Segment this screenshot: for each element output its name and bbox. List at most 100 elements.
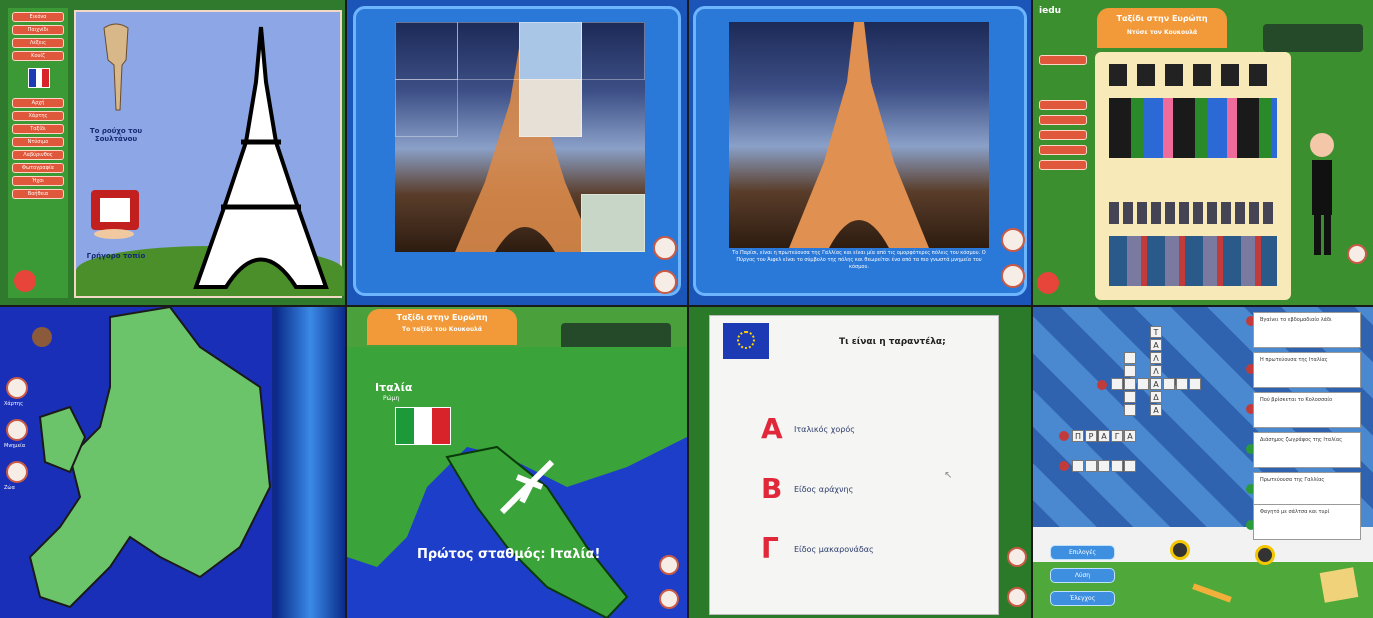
info-button[interactable] — [1001, 228, 1025, 252]
screenshot-collage: Εικόνα Παιχνίδι Λέξεις Κουίζ Αρχή Χάρτης… — [0, 0, 1373, 618]
clue-3: Πού βρίσκεται το Κολοσσαίο — [1253, 392, 1361, 428]
crossword-cell[interactable] — [1176, 378, 1188, 390]
crossword-cell[interactable]: Γ — [1111, 430, 1123, 442]
puzzle-tile[interactable] — [519, 79, 582, 137]
crossword-cell[interactable]: Α — [1150, 404, 1162, 416]
item2-caption: Γρήγορο τοπίο — [86, 252, 146, 260]
clothes-row[interactable] — [1109, 98, 1277, 158]
menu-item-7[interactable]: Ταξίδι — [12, 124, 64, 134]
menu-item-10[interactable]: Φωτογραφία — [12, 163, 64, 173]
crossword-cell[interactable]: Δ — [1150, 391, 1162, 403]
armor-icon[interactable] — [96, 20, 136, 115]
exit-button[interactable] — [1007, 587, 1027, 607]
puzzle-tile[interactable] — [395, 79, 458, 137]
panel-dress-up: iedu Ταξίδι στην Ευρώπη Ντύσε τον Κουκου… — [1033, 0, 1373, 305]
side-button[interactable] — [1039, 130, 1087, 140]
shoes-row[interactable] — [1109, 202, 1277, 224]
crossword-cell[interactable] — [1124, 404, 1136, 416]
side-button[interactable] — [1039, 160, 1087, 170]
crossword-cell[interactable]: Α — [1098, 430, 1110, 442]
answer-b-letter[interactable]: B — [761, 472, 782, 505]
crossword-cell[interactable] — [1085, 460, 1097, 472]
clue-5: Πρωτεύουσα της Γαλλίας — [1253, 472, 1361, 508]
crossword-cell[interactable] — [1124, 352, 1136, 364]
crossword-cell[interactable] — [1111, 460, 1123, 472]
crossword-cell[interactable] — [1189, 378, 1201, 390]
nav-icons[interactable] — [1263, 24, 1363, 52]
crossword-cell[interactable] — [1098, 460, 1110, 472]
puzzle-tile[interactable] — [581, 22, 645, 80]
next-button[interactable] — [1347, 244, 1367, 264]
answer-c-letter[interactable]: Γ — [761, 532, 779, 565]
eiffel-photo-icon — [789, 22, 929, 248]
crossword-cell[interactable]: Λ — [1150, 352, 1162, 364]
hats-row[interactable] — [1109, 64, 1277, 86]
map-button[interactable] — [6, 377, 28, 399]
menu-item-9[interactable]: Λαβύρινθος — [12, 150, 64, 160]
crossword-cell[interactable] — [1124, 391, 1136, 403]
puzzle-tile[interactable] — [519, 22, 582, 80]
side-button[interactable] — [1039, 115, 1087, 125]
menu-item-2[interactable]: Παιχνίδι — [12, 25, 64, 35]
puzzle-board[interactable] — [395, 22, 645, 252]
airplane-icon — [499, 459, 555, 515]
puzzle-tile[interactable] — [581, 194, 645, 252]
title: Ταξίδι στην Ευρώπη — [1116, 14, 1208, 23]
clue-2: Η πρωτεύουσα της Ιταλίας — [1253, 352, 1361, 388]
menu-item-11[interactable]: Ήχοι — [12, 176, 64, 186]
painting-icon[interactable] — [86, 182, 146, 242]
italy-flag — [395, 407, 451, 445]
crossword-cell[interactable]: Α — [1150, 378, 1162, 390]
jackets-row[interactable] — [1109, 236, 1277, 286]
content-area: Το ρούχο του Σουλτάνου Γρήγορο τοπίο — [74, 10, 344, 298]
exit-button[interactable] — [659, 589, 679, 609]
menu-item-8[interactable]: Ντύσιμο — [12, 137, 64, 147]
crossword-cell[interactable] — [1124, 460, 1136, 472]
puzzle-tile[interactable] — [457, 22, 520, 80]
solve-button[interactable]: Λύση — [1050, 568, 1115, 583]
menu-item-1[interactable]: Εικόνα — [12, 12, 64, 22]
puzzle-tile[interactable] — [395, 22, 458, 80]
menu-item-5[interactable]: Αρχή — [12, 98, 64, 108]
clue-number — [1097, 380, 1107, 390]
home-icon[interactable] — [1037, 272, 1059, 294]
crossword-cell[interactable] — [1072, 460, 1084, 472]
crossword-cell[interactable]: Α — [1124, 430, 1136, 442]
monuments-strip[interactable] — [276, 307, 345, 618]
exit-button[interactable] — [1001, 264, 1025, 288]
answer-a-letter[interactable]: A — [761, 412, 783, 445]
menu-item-4[interactable]: Κουίζ — [12, 51, 64, 61]
side-button[interactable] — [1039, 145, 1087, 155]
answer-a[interactable]: Ιταλικός χορός — [794, 425, 855, 434]
title: Ταξίδι στην Ευρώπη — [396, 313, 488, 322]
caption-text: Το Παρίσι, είναι η πρωτεύουσα της Γαλλία… — [732, 250, 986, 270]
answer-b[interactable]: Είδος αράχνης — [794, 485, 853, 494]
europe-map[interactable] — [0, 307, 272, 618]
crossword-cell[interactable]: Α — [1150, 339, 1162, 351]
home-icon[interactable] — [14, 270, 36, 292]
answer-c[interactable]: Είδος μακαρονάδας — [794, 545, 874, 554]
check-button[interactable]: Έλεγχος — [1050, 591, 1115, 606]
menu-item-3[interactable]: Λέξεις — [12, 38, 64, 48]
monuments-button[interactable] — [6, 419, 28, 441]
menu-item-12[interactable]: Βοήθεια — [12, 189, 64, 199]
crossword-cell[interactable] — [1124, 378, 1136, 390]
crossword-cell[interactable]: Ρ — [1085, 430, 1097, 442]
hint-button[interactable] — [653, 236, 677, 260]
options-button[interactable]: Επιλογές — [1050, 545, 1115, 560]
side-button[interactable] — [1039, 55, 1087, 65]
crossword-cell[interactable] — [1124, 365, 1136, 377]
crossword-cell[interactable] — [1137, 378, 1149, 390]
panel-puzzle-shuffled — [347, 0, 687, 305]
animals-button[interactable] — [6, 461, 28, 483]
crossword-cell[interactable] — [1111, 378, 1123, 390]
crossword-cell[interactable]: Τ — [1150, 326, 1162, 338]
crossword-cell[interactable] — [1163, 378, 1175, 390]
crossword-cell[interactable]: Λ — [1150, 365, 1162, 377]
side-button[interactable] — [1039, 100, 1087, 110]
next-button[interactable] — [659, 555, 679, 575]
menu-item-6[interactable]: Χάρτης — [12, 111, 64, 121]
crossword-cell[interactable]: Π — [1072, 430, 1084, 442]
next-button[interactable] — [1007, 547, 1027, 567]
exit-button[interactable] — [653, 270, 677, 294]
